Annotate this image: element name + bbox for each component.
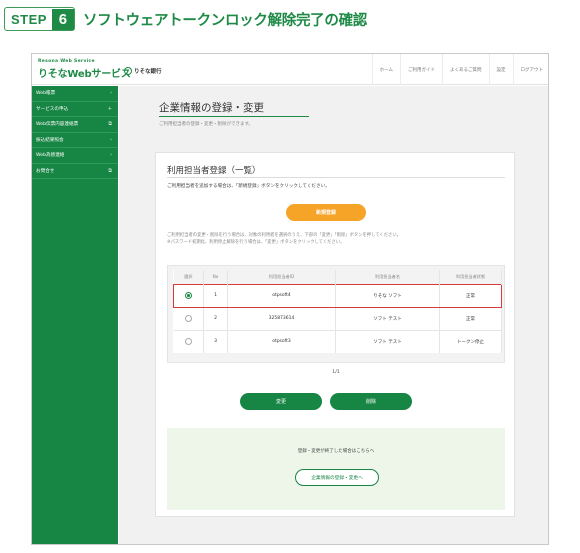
table-row[interactable]: 3 otpsoft3 ソフト テスト トークン停止 [173,329,502,353]
topnav-faq[interactable]: よくあるご質問 [442,54,489,85]
chevron-right-icon: › [110,136,112,143]
topnav-settings[interactable]: 設定 [488,54,513,85]
brand-logo[interactable]: りそなWebサービス [38,65,131,80]
title-divider [159,116,309,117]
sidebar-item-label: Web伝票内容連絡票 [36,122,79,128]
row-no: 1 [203,283,228,308]
new-registration-button[interactable]: 新規登録 [286,204,366,221]
row-no: 3 [203,329,228,353]
select-cell[interactable] [173,306,204,330]
card-divider [167,177,505,178]
user-name: りそな ソフト [335,283,440,308]
card-note: ご利用担当者の変更・削除を行う場合は、対象の利用者を選択のうえ、下部の「変更」「… [167,233,401,246]
card-title: 利用担当者登録（一覧） [167,166,261,176]
pagination: 1/1 [332,370,340,375]
sidebar: Web帳票 › サービスの申込 + Web伝票内容連絡票 ⧉ 振込結果照会 › … [32,86,118,544]
external-link-icon: ⧉ [108,167,112,174]
sidebar-item-web-exchange[interactable]: Web為替連絡 › [32,148,118,164]
user-status: 正常 [439,283,502,308]
change-button[interactable]: 変更 [240,393,322,410]
user-list-card: 利用担当者登録（一覧） ご利用担当者を追加する場合は、「新規登録」ボタンをクリッ… [155,152,515,517]
step-title: ソフトウェアトークンロック解除完了の確認 [82,12,367,29]
top-nav: ホーム ご利用ガイド よくあるご質問 設定 ログアウト [371,54,549,85]
completion-text: 登録・変更が終了した場合はこちらへ [297,449,375,454]
table-header-row: 選択 No 利用担当者ID 利用担当者名 利用担当者状態 [173,270,502,284]
topnav-home[interactable]: ホーム [371,54,400,85]
sidebar-item-web-report[interactable]: Web帳票 › [32,86,118,102]
user-table-wrapper: 選択 No 利用担当者ID 利用担当者名 利用担当者状態 1 otpsoft4 … [167,265,505,363]
user-id: otpsoft3 [227,329,336,353]
brand-subtitle: Resona Web Service [38,59,95,64]
select-cell[interactable] [173,329,204,353]
top-bar: Resona Web Service りそなWebサービス りそな銀行 ホーム … [32,54,549,85]
table-row[interactable]: 2 325873614 ソフト テスト 正常 [173,306,502,330]
column-header: 利用担当者状態 [439,270,502,284]
radio-selected[interactable] [185,292,192,299]
main-content: 企業情報の登録・変更 ご利用担当者の登録・変更・削除ができます。 利用担当者登録… [119,86,548,544]
bank-logo: りそな銀行 [124,67,162,75]
chevron-right-icon: › [110,152,112,159]
user-status: 正常 [439,306,502,330]
column-header: 選択 [173,270,204,284]
radio-unselected[interactable] [184,338,192,346]
sidebar-item-label: Web帳票 [36,91,56,97]
step-header: STEP 6 ソフトウェアトークンロック解除完了の確認 [4,4,367,34]
bank-name: りそな銀行 [134,69,162,75]
radio-unselected[interactable] [184,315,192,322]
step-badge: STEP 6 [4,7,75,31]
browser-screenshot-frame: Resona Web Service りそなWebサービス りそな銀行 ホーム … [31,53,549,545]
topnav-guide[interactable]: ご利用ガイド [400,54,442,85]
user-status: トークン停止 [439,329,502,353]
page-title: 企業情報の登録・変更 [159,102,264,114]
delete-button[interactable]: 削除 [330,393,412,410]
row-no: 2 [203,306,228,330]
sidebar-item-contact[interactable]: お問合せ ⧉ [32,164,118,179]
sidebar-item-label: 振込結果照会 [36,137,64,143]
sidebar-item-label: Web為替連絡 [36,153,65,159]
sidebar-item-web-slip[interactable]: Web伝票内容連絡票 ⧉ [32,117,118,133]
user-id: otpsoft4 [227,283,336,308]
sidebar-item-transfer-results[interactable]: 振込結果照会 › [32,133,118,148]
note-line: ※パスワード初期化、利用停止解除を行う場合は、「変更」ボタンをクリックしてくださ… [167,239,345,245]
table-row[interactable]: 1 otpsoft4 りそな ソフト 正常 [173,283,502,308]
user-table: 選択 No 利用担当者ID 利用担当者名 利用担当者状態 1 otpsoft4 … [173,270,502,353]
user-name: ソフト テスト [335,306,440,330]
step-number: 6 [51,8,74,30]
plus-icon: + [107,105,112,112]
step-label: STEP [11,11,47,27]
chevron-right-icon: › [110,90,112,97]
external-link-icon: ⧉ [108,121,112,128]
bank-mark-icon [124,67,132,75]
card-instruction: ご利用担当者を追加する場合は、「新規登録」ボタンをクリックしてください。 [167,184,330,189]
column-header: 利用担当者名 [335,270,440,284]
topnav-logout[interactable]: ログアウト [512,54,549,85]
select-cell[interactable] [173,283,204,308]
user-id: 325873614 [227,306,336,330]
sidebar-item-label: サービスの申込 [36,106,69,112]
column-header: No [203,270,228,284]
sidebar-item-service-application[interactable]: サービスの申込 + [32,102,118,117]
page-description: ご利用担当者の登録・変更・削除ができます。 [159,122,254,127]
user-name: ソフト テスト [335,329,440,353]
back-to-company-info-button[interactable]: 企業情報の登録・変更へ [295,469,379,486]
sidebar-item-label: お問合せ [36,168,55,174]
note-line: ご利用担当者の変更・削除を行う場合は、対象の利用者を選択のうえ、下部の「変更」「… [167,233,401,238]
column-header: 利用担当者ID [227,270,336,284]
completion-box: 登録・変更が終了した場合はこちらへ 企業情報の登録・変更へ [167,428,505,510]
